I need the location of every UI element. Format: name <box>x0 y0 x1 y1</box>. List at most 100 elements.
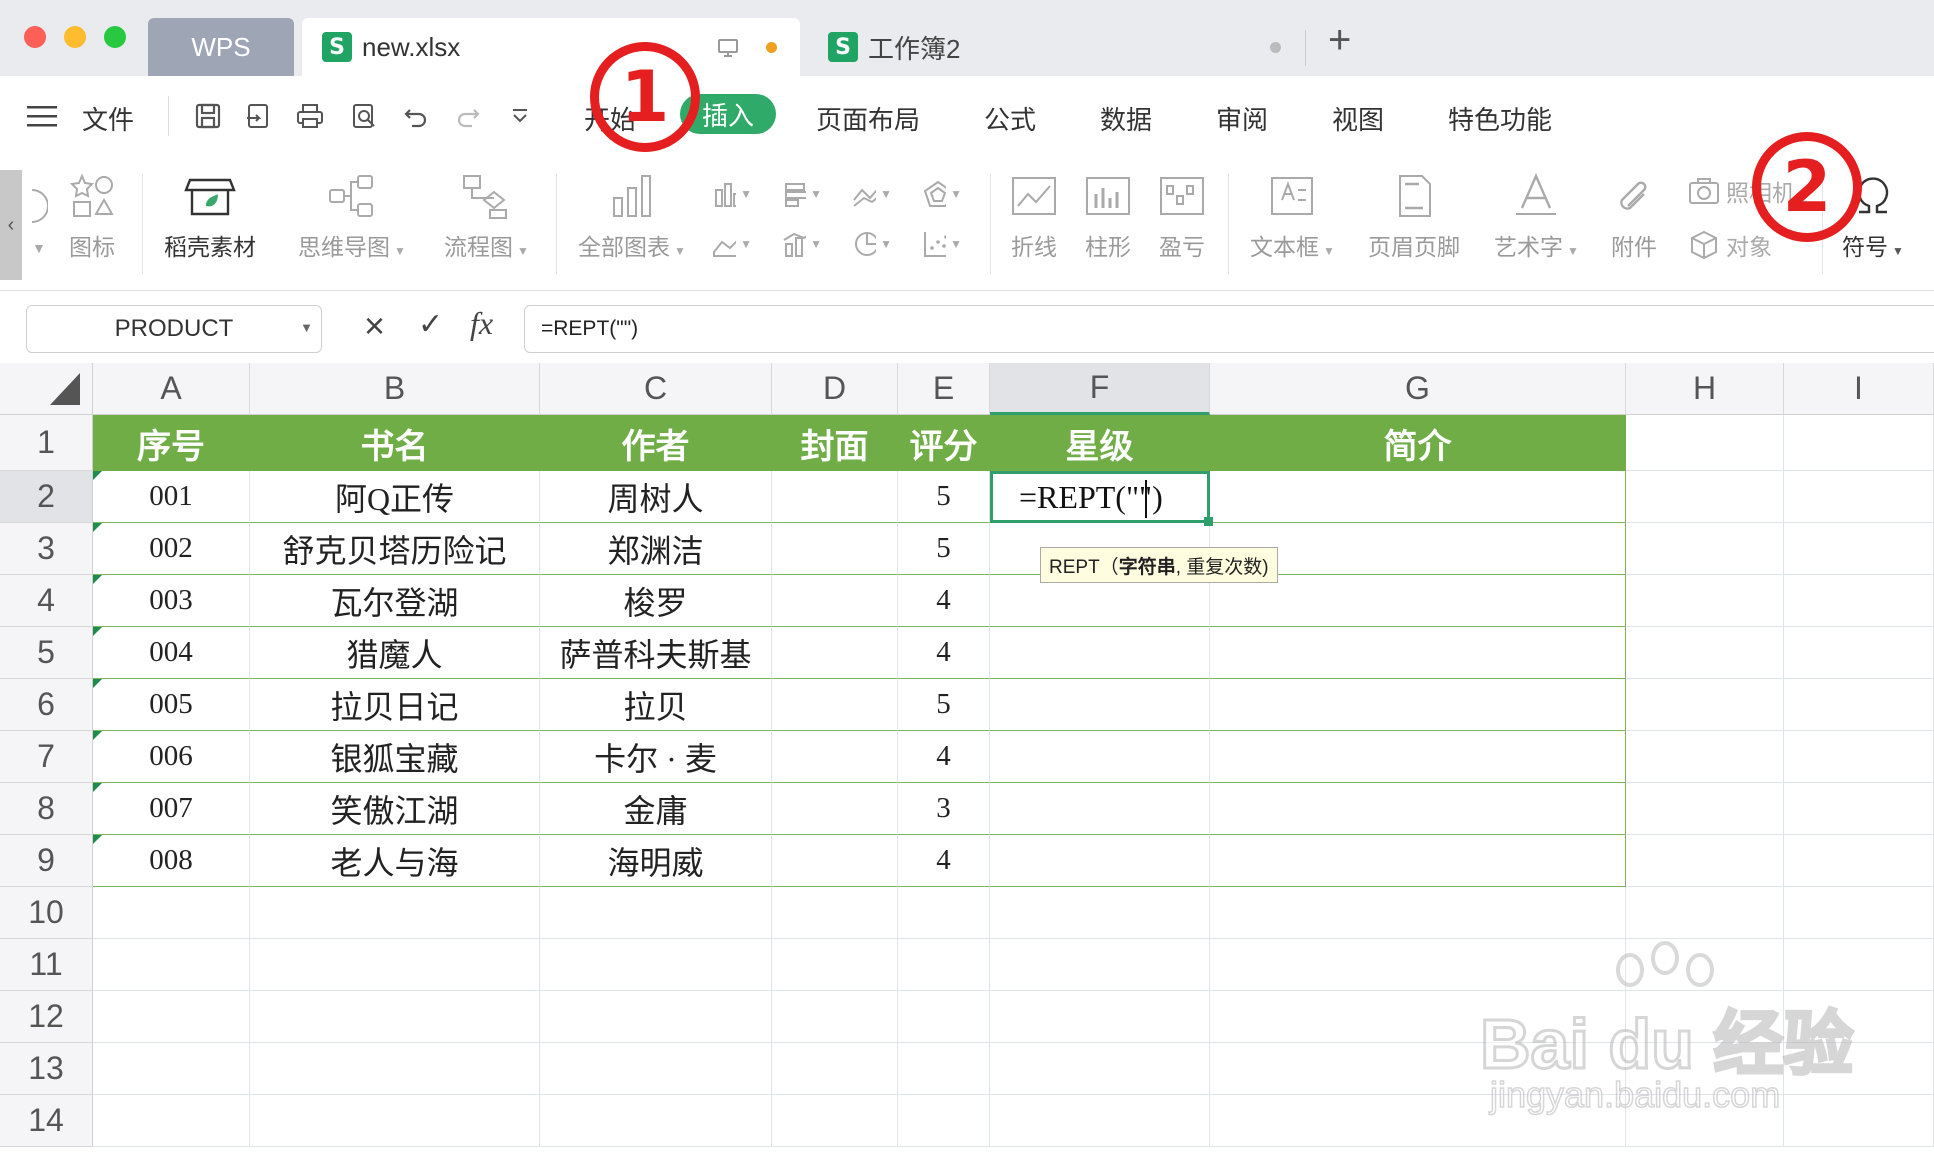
menu-tab-page-layout[interactable]: 页面布局 <box>816 100 920 137</box>
data-cell[interactable]: 银狐宝藏 <box>250 731 540 783</box>
data-cell[interactable]: 拉贝 <box>540 679 772 731</box>
textbox-button[interactable]: 文本框 ▼ <box>1250 172 1335 262</box>
data-cell[interactable] <box>772 523 898 575</box>
new-tab-button[interactable]: + <box>1328 18 1351 63</box>
empty-cell[interactable] <box>1784 415 1934 471</box>
all-charts-button[interactable]: 全部图表 ▼ <box>578 172 686 262</box>
menu-tab-formulas[interactable]: 公式 <box>984 100 1036 137</box>
data-cell[interactable]: 阿Q正传 <box>250 471 540 523</box>
confirm-edit-button[interactable]: ✓ <box>418 307 443 342</box>
row-header-11[interactable]: 11 <box>0 939 93 991</box>
icons-button[interactable]: 图标 <box>68 172 116 262</box>
data-cell[interactable]: 笑傲江湖 <box>250 783 540 835</box>
minimize-window-button[interactable] <box>64 26 86 48</box>
zoom-window-button[interactable] <box>104 26 126 48</box>
empty-cell[interactable] <box>1626 415 1784 471</box>
data-cell[interactable]: 周树人 <box>540 471 772 523</box>
combo-chart-icon[interactable]: ▼ <box>782 226 822 262</box>
data-cell[interactable]: 007 <box>93 783 250 835</box>
sparkline-winloss-button[interactable]: 盈亏 <box>1158 172 1206 262</box>
empty-cell[interactable] <box>1784 575 1934 627</box>
wordart-button[interactable]: 艺术字 ▼ <box>1494 172 1579 262</box>
empty-cell[interactable] <box>990 1095 1210 1147</box>
attachment-button[interactable]: 附件 <box>1610 172 1658 262</box>
empty-cell[interactable] <box>1210 887 1626 939</box>
print-preview-icon[interactable] <box>346 98 382 134</box>
data-cell[interactable]: 006 <box>93 731 250 783</box>
data-cell[interactable]: 卡尔 · 麦 <box>540 731 772 783</box>
data-cell[interactable]: 拉贝日记 <box>250 679 540 731</box>
empty-cell[interactable] <box>1626 575 1784 627</box>
data-cell[interactable]: 002 <box>93 523 250 575</box>
data-cell[interactable]: 萨普科夫斯基 <box>540 627 772 679</box>
tab-new-xlsx[interactable]: S new.xlsx <box>302 18 800 76</box>
data-cell[interactable]: 008 <box>93 835 250 887</box>
column-chart-icon[interactable]: ▼ <box>712 176 752 212</box>
name-box[interactable]: PRODUCT ▼ <box>26 305 322 353</box>
row-header-12[interactable]: 12 <box>0 991 93 1043</box>
data-cell[interactable] <box>1210 835 1626 887</box>
fill-handle[interactable] <box>1204 517 1213 526</box>
tab-workbook2[interactable]: S 工作簿2 <box>828 18 1298 76</box>
row-header-13[interactable]: 13 <box>0 1043 93 1095</box>
data-cell[interactable]: 瓦尔登湖 <box>250 575 540 627</box>
empty-cell[interactable] <box>1784 731 1934 783</box>
empty-cell[interactable] <box>1626 887 1784 939</box>
menu-tab-view[interactable]: 视图 <box>1332 100 1384 137</box>
header-footer-button[interactable]: 页眉页脚 <box>1368 172 1460 262</box>
empty-cell[interactable] <box>898 1095 990 1147</box>
header-cell[interactable]: 评分 <box>898 415 990 471</box>
empty-cell[interactable] <box>250 1043 540 1095</box>
pie-chart-icon[interactable]: ▼ <box>852 226 892 262</box>
empty-cell[interactable] <box>990 991 1210 1043</box>
close-window-button[interactable] <box>24 26 46 48</box>
column-header-i[interactable]: I <box>1784 363 1934 415</box>
select-all-corner[interactable] <box>0 363 93 415</box>
empty-cell[interactable] <box>540 1095 772 1147</box>
empty-cell[interactable] <box>772 939 898 991</box>
data-cell[interactable]: 4 <box>898 627 990 679</box>
data-cell[interactable]: 猎魔人 <box>250 627 540 679</box>
monitor-icon[interactable] <box>716 36 740 67</box>
data-cell[interactable] <box>990 679 1210 731</box>
empty-cell[interactable] <box>93 939 250 991</box>
empty-cell[interactable] <box>772 991 898 1043</box>
column-header-c[interactable]: C <box>540 363 772 415</box>
undo-icon[interactable] <box>398 98 434 134</box>
row-header-5[interactable]: 5 <box>0 627 93 679</box>
column-header-d[interactable]: D <box>772 363 898 415</box>
object-button[interactable]: 对象 <box>1688 228 1772 262</box>
column-header-g[interactable]: G <box>1210 363 1626 415</box>
header-cell[interactable]: 简介 <box>1210 415 1626 471</box>
data-cell[interactable] <box>1210 731 1626 783</box>
menu-file[interactable]: 文件 <box>82 100 134 137</box>
empty-cell[interactable] <box>990 887 1210 939</box>
empty-cell[interactable] <box>540 939 772 991</box>
empty-cell[interactable] <box>990 939 1210 991</box>
data-cell[interactable]: 5 <box>898 523 990 575</box>
bar-chart-icon[interactable]: ▼ <box>782 176 822 212</box>
column-header-a[interactable]: A <box>93 363 250 415</box>
empty-cell[interactable] <box>540 1043 772 1095</box>
data-cell[interactable]: 5 <box>898 679 990 731</box>
empty-cell[interactable] <box>898 887 990 939</box>
data-cell[interactable] <box>1210 679 1626 731</box>
data-cell[interactable] <box>772 471 898 523</box>
row-header-9[interactable]: 9 <box>0 835 93 887</box>
empty-cell[interactable] <box>250 939 540 991</box>
empty-cell[interactable] <box>772 1043 898 1095</box>
column-header-b[interactable]: B <box>250 363 540 415</box>
data-cell[interactable] <box>990 835 1210 887</box>
row-header-10[interactable]: 10 <box>0 887 93 939</box>
empty-cell[interactable] <box>540 991 772 1043</box>
empty-cell[interactable] <box>93 1095 250 1147</box>
header-cell[interactable]: 书名 <box>250 415 540 471</box>
data-cell[interactable]: 003 <box>93 575 250 627</box>
cancel-edit-button[interactable]: × <box>364 305 385 347</box>
ribbon-partial-icon[interactable] <box>28 186 49 231</box>
flowchart-button[interactable]: 流程图 ▼ <box>444 172 529 262</box>
data-cell[interactable]: 005 <box>93 679 250 731</box>
empty-cell[interactable] <box>1626 783 1784 835</box>
data-cell[interactable]: 4 <box>898 575 990 627</box>
sparkline-line-button[interactable]: 折线 <box>1010 172 1058 262</box>
